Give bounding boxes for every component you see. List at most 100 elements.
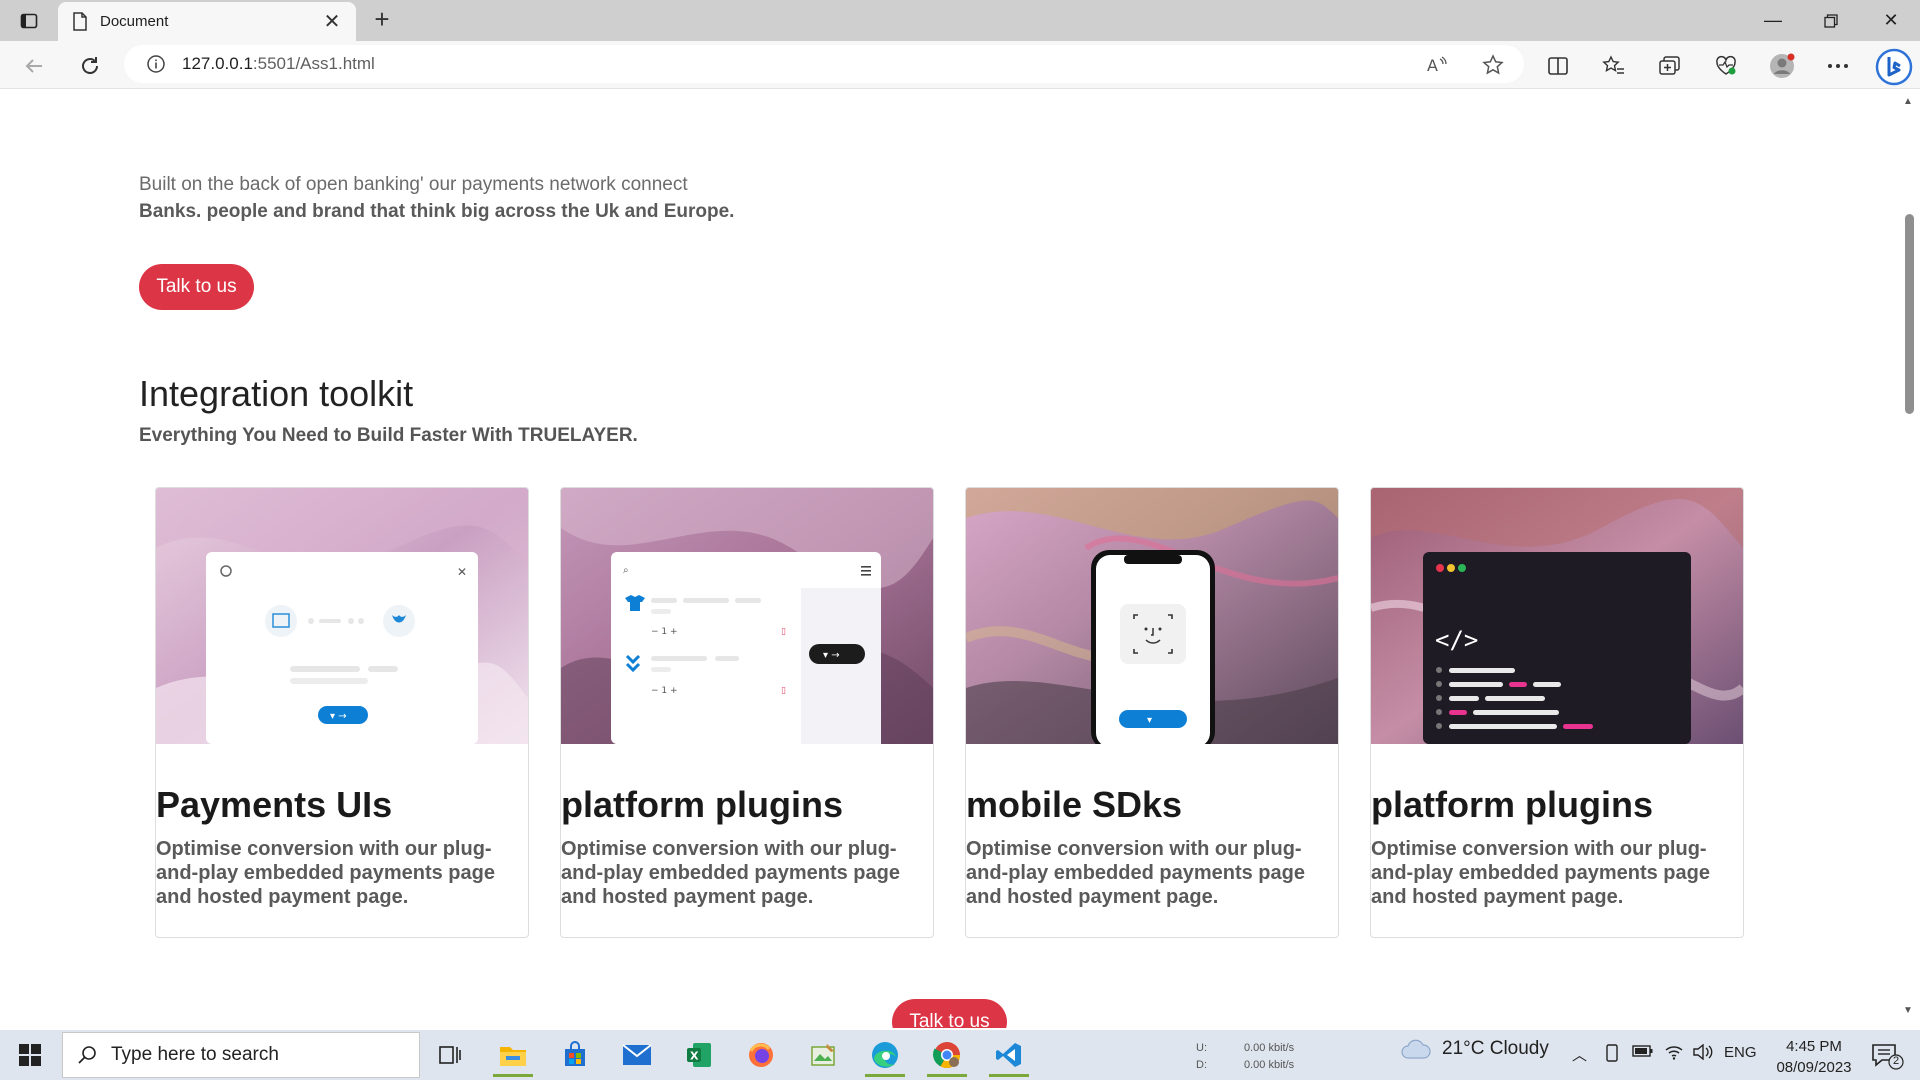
browser-toolbar: 127.0.0.1:5501/Ass1.html A [0, 41, 1920, 89]
taskbar-search-box[interactable]: Type here to search [62, 1032, 420, 1078]
page-icon [73, 12, 87, 31]
svg-text:X: X [690, 1050, 699, 1063]
back-button[interactable] [18, 50, 50, 82]
url-host: 127.0.0.1 [182, 54, 253, 73]
card-image-platform-plugins-2: </> [1371, 488, 1743, 744]
system-clock[interactable]: 4:45 PM 08/09/2023 [1768, 1036, 1860, 1078]
windows-logo-icon [19, 1044, 41, 1066]
excel-icon: X [687, 1043, 711, 1067]
file-explorer-app[interactable] [485, 1033, 541, 1077]
notification-center-button[interactable]: 2 [1870, 1042, 1904, 1070]
back-arrow-icon [25, 59, 42, 73]
edge-app[interactable] [857, 1033, 913, 1077]
favorites-button[interactable] [1598, 50, 1630, 82]
volume-icon[interactable] [1692, 1043, 1714, 1064]
url-text: 127.0.0.1:5501/Ass1.html [182, 54, 375, 74]
wifi-icon[interactable] [1664, 1044, 1684, 1064]
folder-icon [500, 1047, 526, 1066]
device-icon[interactable] [1604, 1044, 1620, 1066]
task-view-button[interactable] [422, 1033, 478, 1077]
net-down-label: D: [1196, 1059, 1207, 1071]
svg-text:− 1 +: − 1 + [651, 627, 678, 637]
scroll-down-icon[interactable]: ▼ [1903, 1005, 1913, 1016]
page-scrollbar[interactable]: ▲ ▼ [1898, 90, 1920, 1028]
search-icon [78, 1046, 96, 1064]
weather-widget[interactable]: 21°C Cloudy [1400, 1038, 1549, 1060]
svg-text:A: A [1427, 56, 1438, 75]
card-title: platform plugins [1371, 784, 1653, 825]
favorite-star-button[interactable] [1480, 52, 1506, 78]
talk-to-us-button[interactable]: Talk to us [139, 264, 254, 310]
battery-icon[interactable] [1632, 1044, 1654, 1062]
card-title: platform plugins [561, 784, 843, 825]
url-path: :5501/Ass1.html [252, 54, 375, 73]
paint-app[interactable] [795, 1033, 851, 1077]
firefox-icon [749, 1043, 773, 1067]
refresh-icon [82, 57, 98, 74]
minimize-button[interactable]: — [1744, 0, 1802, 41]
card-image-payments-uis: ✕ ▾ → [156, 488, 528, 744]
firefox-app[interactable] [733, 1033, 789, 1077]
read-aloud-icon: A [1427, 56, 1447, 75]
clock-date: 08/09/2023 [1776, 1059, 1852, 1076]
scroll-thumb[interactable] [1905, 214, 1914, 414]
browser-essentials-button[interactable] [1710, 50, 1742, 82]
card-payments-uis: ✕ ▾ → Payments UIs Optimise conversion w… [155, 487, 529, 938]
intro-text-line2: Banks. people and brand that think big a… [139, 201, 735, 222]
favorites-list-icon [1602, 55, 1624, 74]
intro-text-line1: Built on the back of open banking' our p… [139, 174, 688, 195]
tab-actions-icon [20, 13, 38, 29]
svg-text:▯: ▯ [781, 686, 786, 696]
start-button[interactable] [10, 1040, 50, 1070]
more-dots-icon [1828, 64, 1848, 68]
mail-app[interactable] [609, 1033, 665, 1077]
microsoft-store-app[interactable] [547, 1033, 603, 1077]
notification-count: 2 [1892, 1055, 1900, 1067]
svg-text:</>: </> [1435, 626, 1478, 654]
profile-button[interactable] [1766, 50, 1798, 82]
heart-pulse-icon [1716, 55, 1736, 75]
language-indicator[interactable]: ENG [1724, 1044, 1757, 1061]
info-icon[interactable] [146, 54, 166, 74]
settings-more-button[interactable] [1822, 50, 1854, 82]
read-aloud-button[interactable]: A [1424, 52, 1450, 78]
address-bar[interactable]: 127.0.0.1:5501/Ass1.html A [124, 45, 1524, 83]
restore-button[interactable] [1802, 0, 1860, 41]
split-screen-icon [1548, 57, 1568, 75]
net-up-value: 0.00 kbit/s [1244, 1042, 1295, 1054]
bing-copilot-icon [1875, 48, 1913, 86]
tab-strip: Document ✕ + — ✕ [0, 0, 1920, 41]
net-up-label: U: [1196, 1042, 1207, 1054]
show-hidden-icons-chevron-up-icon[interactable]: ︿ [1572, 1044, 1587, 1065]
card-platform-plugins-2: </> platform plugins Optimise conversion… [1370, 487, 1744, 938]
tab-document[interactable]: Document ✕ [58, 2, 356, 41]
chrome-app[interactable] [919, 1033, 975, 1077]
vscode-app[interactable] [981, 1033, 1037, 1077]
avatar-icon [1770, 53, 1795, 78]
close-tab-icon[interactable]: ✕ [322, 9, 342, 34]
collections-button[interactable] [1654, 50, 1686, 82]
scroll-up-icon[interactable]: ▲ [1903, 96, 1913, 107]
vscode-icon [996, 1043, 1021, 1067]
svg-text:⌕: ⌕ [623, 565, 629, 576]
excel-app[interactable]: X [671, 1033, 727, 1077]
windows-taskbar: Type here to search X U: 0.00 kbit/s D: … [0, 1030, 1920, 1080]
tab-title: Document [100, 13, 169, 30]
close-window-button[interactable]: ✕ [1862, 0, 1920, 41]
collections-icon [1659, 56, 1680, 75]
split-screen-button[interactable] [1542, 50, 1574, 82]
svg-text:▯: ▯ [781, 627, 786, 637]
paint-icon [811, 1044, 835, 1066]
net-down-value: 0.00 kbit/s [1244, 1059, 1295, 1071]
page-viewport: Built on the back of open banking' our p… [0, 90, 1920, 1028]
copilot-button[interactable] [1874, 47, 1914, 87]
new-tab-button[interactable]: + [368, 6, 396, 34]
edge-icon [872, 1042, 898, 1068]
tab-actions-menu-button[interactable] [16, 8, 42, 34]
card-mobile-sdks: ▾ mobile SDks Optimise conversion with o… [965, 487, 1339, 938]
mail-icon [622, 1044, 652, 1065]
card-platform-plugins-1: ⌕ − 1 + ▯ − 1 + ▯ ▾ → platform plugins O… [560, 487, 934, 938]
refresh-button[interactable] [74, 50, 106, 82]
card-title: Payments UIs [156, 784, 393, 825]
talk-to-us-bottom-button[interactable]: Talk to us [892, 999, 1007, 1028]
